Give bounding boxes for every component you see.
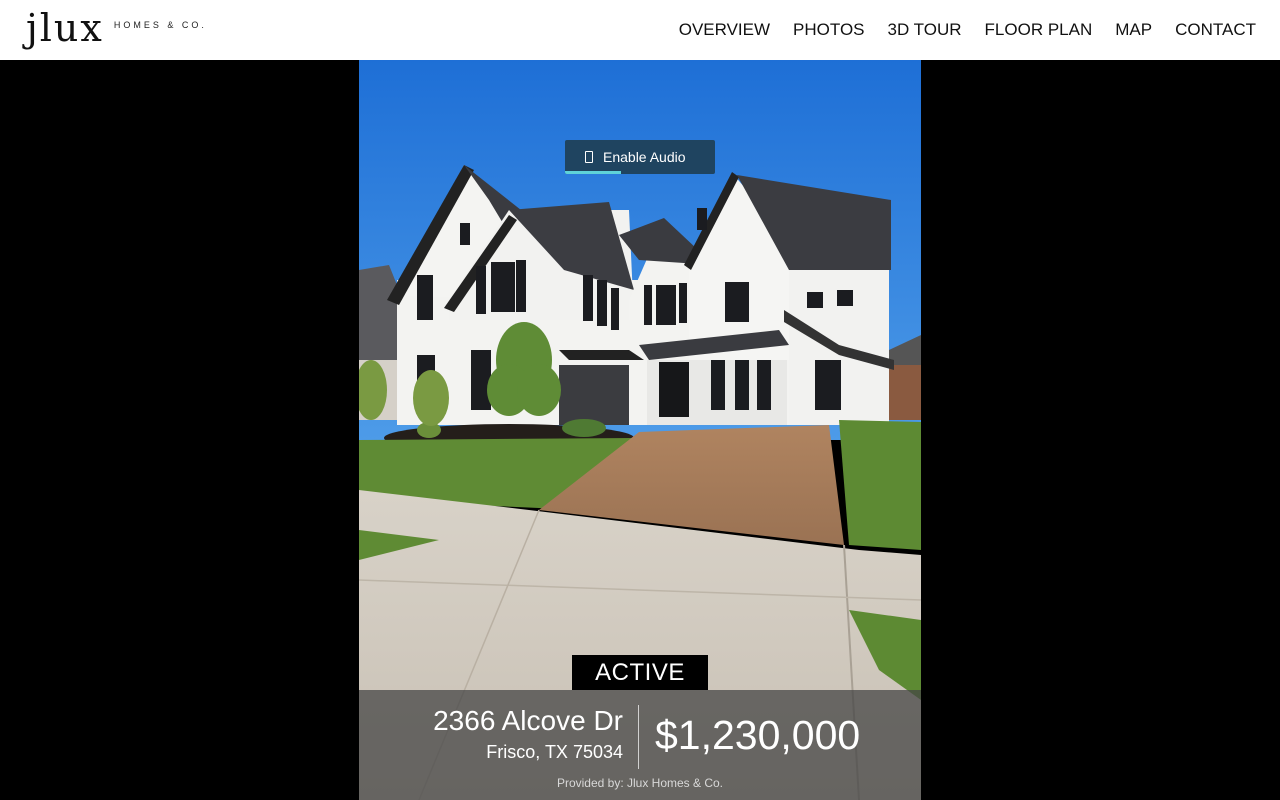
status-badge: ACTIVE	[572, 655, 708, 690]
listing-info-panel: 2366 Alcove Dr Frisco, TX 75034 $1,230,0…	[359, 690, 921, 800]
address-block: 2366 Alcove Dr Frisco, TX 75034	[433, 705, 623, 767]
address-city: Frisco, TX 75034	[486, 742, 623, 762]
provided-by-text: Provided by: Jlux Homes & Co.	[556, 776, 724, 790]
property-video[interactable]: Enable Audio ACTIVE 2366 Alcove Dr Frisc…	[359, 60, 921, 800]
nav-floor-plan[interactable]: FLOOR PLAN	[985, 20, 1093, 40]
info-divider	[638, 705, 639, 769]
nav-contact[interactable]: CONTACT	[1175, 20, 1256, 40]
main-nav: OVERVIEW PHOTOS 3D TOUR FLOOR PLAN MAP C…	[679, 0, 1256, 60]
nav-photos[interactable]: PHOTOS	[793, 20, 864, 40]
nav-map[interactable]: MAP	[1115, 20, 1152, 40]
address-street: 2366 Alcove Dr	[433, 705, 623, 736]
video-stage: Enable Audio ACTIVE 2366 Alcove Dr Frisc…	[0, 60, 1280, 800]
nav-overview[interactable]: OVERVIEW	[679, 20, 770, 40]
brand-name: jlux	[26, 6, 104, 50]
brand-logo[interactable]: jlux HOMES & CO.	[26, 8, 207, 48]
audio-progress-bar	[565, 171, 621, 174]
listing-price: $1,230,000	[655, 712, 861, 758]
nav-3d-tour[interactable]: 3D TOUR	[888, 20, 962, 40]
enable-audio-button[interactable]: Enable Audio	[565, 140, 715, 174]
phone-icon	[585, 151, 593, 163]
site-header: jlux HOMES & CO. OVERVIEW PHOTOS 3D TOUR…	[0, 0, 1280, 60]
brand-tagline: HOMES & CO.	[113, 20, 207, 30]
enable-audio-label: Enable Audio	[603, 149, 686, 165]
